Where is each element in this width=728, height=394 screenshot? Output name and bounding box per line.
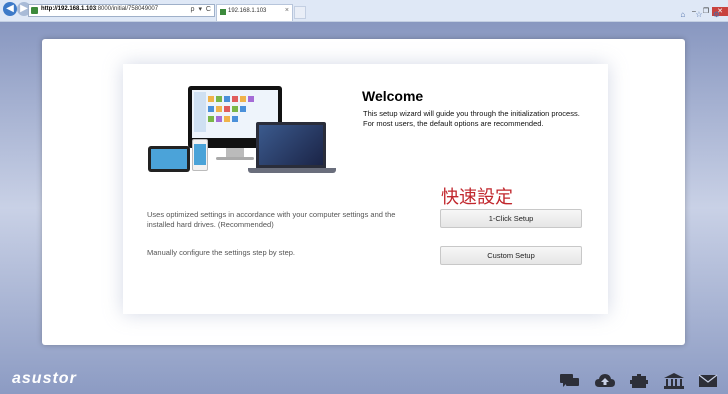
phone-image [192,139,208,171]
footer-dock [550,373,718,391]
laptop-image [256,122,326,168]
tab-close-icon[interactable]: × [285,7,289,14]
devices-illustration [148,84,338,180]
one-click-setup-description: Uses optimized settings in accordance wi… [147,210,396,229]
cloud-upload-icon[interactable] [594,373,615,389]
tablet-image [148,146,190,172]
new-tab-button[interactable] [294,6,306,19]
puzzle-icon[interactable] [629,373,649,389]
chat-icon[interactable] [560,373,580,389]
browser-chrome: ◀ ▶ http://192.168.1.103:8000/initial/75… [0,0,728,22]
laptop-base [248,168,336,173]
tab-favicon-icon [220,9,226,15]
custom-setup-description: Manually configure the settings step by … [147,248,296,257]
welcome-title: Welcome [362,88,424,104]
welcome-description: This setup wizard will guide you through… [363,109,580,128]
browser-toolbar-icons[interactable]: ⌂ ☆ ⚙ [680,10,724,19]
site-favicon-icon [31,7,38,14]
back-button[interactable]: ◀ [3,2,17,16]
address-url: http://192.168.1.103:8000/initial/758049… [41,6,159,12]
address-tools[interactable]: ρ ▾ C [191,5,212,13]
mail-icon[interactable] [698,373,718,389]
asustor-logo: asustor [12,370,77,387]
bank-icon[interactable] [663,373,684,389]
quick-setup-annotation: 快速設定 [441,187,513,208]
one-click-setup-button[interactable]: 1-Click Setup [440,209,582,228]
address-bar[interactable]: http://192.168.1.103:8000/initial/758049… [28,4,215,17]
wizard-panel [42,39,685,345]
custom-setup-button[interactable]: Custom Setup [440,246,582,265]
browser-tab[interactable]: 192.168.1.103 × [216,4,293,21]
monitor-base [216,157,254,160]
tab-title: 192.168.1.103 [228,8,267,14]
window-controls: – ❐ ✕ [688,0,728,16]
